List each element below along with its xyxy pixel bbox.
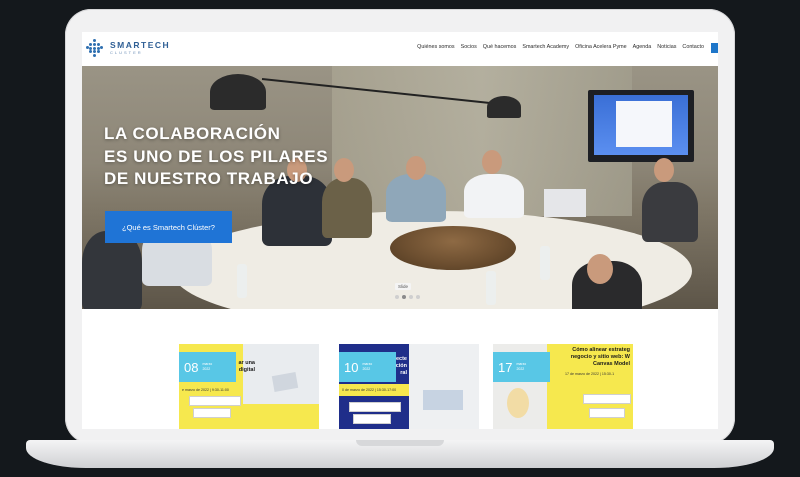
hero-photo-tv	[588, 90, 694, 162]
event-day: 17	[498, 359, 513, 375]
hero-photo-lamp	[210, 74, 266, 110]
event-title: Cómo alinear estrateg negocio y sitio we…	[570, 347, 630, 367]
event-title: ar una digital	[238, 360, 255, 373]
slider-dot[interactable]	[409, 295, 413, 299]
event-title: ecte ción ral	[395, 356, 407, 376]
slider-dot[interactable]	[395, 295, 399, 299]
browser-screen: SMARTECH CLUSTER Quiénes somos Socios Qu…	[82, 32, 718, 429]
nav-item-agenda[interactable]: Agenda	[633, 44, 652, 50]
hero-slider: LA COLABORACIÓN ES UNO DE LOS PILARES DE…	[82, 66, 718, 309]
sponsor-logo	[349, 402, 401, 412]
event-meta: e marzo de 2022 | 9:30-11:00	[182, 388, 229, 392]
event-date-badge: 17 marzo 2022	[493, 352, 550, 382]
sponsor-logo	[353, 414, 391, 424]
hero-photo-bottle	[486, 271, 496, 305]
site-header: SMARTECH CLUSTER Quiénes somos Socios Qu…	[82, 32, 718, 66]
sponsor-logo	[193, 408, 231, 418]
hero-title-line: LA COLABORACIÓN	[104, 124, 281, 143]
nav-action-button[interactable]	[711, 43, 718, 53]
sponsor-logo	[589, 408, 625, 418]
hero-photo-person	[464, 174, 524, 218]
laptop-notch	[356, 440, 444, 446]
nav-item-noticias[interactable]: Noticias	[657, 44, 676, 50]
nav-item-contacto[interactable]: Contacto	[682, 44, 704, 50]
site-logo[interactable]: SMARTECH CLUSTER	[86, 39, 170, 57]
slider-dot[interactable]	[416, 295, 420, 299]
sponsor-logo	[189, 396, 241, 406]
slider-dot[interactable]	[402, 295, 406, 299]
event-day: 08	[184, 359, 199, 375]
hero-photo-person	[406, 156, 426, 180]
laptop-base	[26, 440, 774, 468]
hero-photo-person	[334, 158, 354, 182]
hero-photo-bottle	[237, 264, 247, 298]
hero-photo-lamp	[487, 96, 521, 118]
hero-photo-bowl	[390, 226, 516, 270]
hero-photo-person	[587, 254, 613, 284]
event-card[interactable]: 08 marzo 2022 ar una digital e marzo de 2…	[179, 344, 319, 429]
agenda-cards: 08 marzo 2022 ar una digital e marzo de 2…	[82, 309, 718, 429]
event-year: 2022	[516, 367, 525, 371]
sponsor-logo	[583, 394, 631, 404]
dots-grid-icon	[86, 39, 104, 57]
hero-photo-bottle	[540, 246, 550, 280]
event-year: 2022	[362, 367, 371, 371]
hero-photo-person	[386, 174, 446, 222]
event-day: 10	[344, 359, 359, 375]
event-meta: 17 de marzo de 2022 | 15:30-1	[565, 372, 615, 376]
nav-item-que-hacemos[interactable]: Qué hacemos	[483, 44, 517, 50]
brand-name: SMARTECH	[110, 39, 171, 50]
event-year: 2022	[202, 367, 211, 371]
nav-item-smartech-academy[interactable]: Smartech Academy	[522, 44, 569, 50]
hero-title-line: ES UNO DE LOS PILARES	[104, 146, 329, 166]
hero-title: LA COLABORACIÓN ES UNO DE LOS PILARES DE…	[104, 123, 328, 191]
que-es-smartech-button[interactable]: ¿Qué es Smartech Clúster?	[105, 211, 232, 243]
hero-title-line: DE NUESTRO TRABAJO	[104, 169, 314, 188]
nav-item-oficina-acelera-pyme[interactable]: Oficina Acelera Pyme	[575, 44, 627, 50]
slider-pagination	[395, 295, 420, 299]
event-card[interactable]: 17 marzo 2022 Cómo alinear estrateg negoc…	[493, 344, 633, 429]
hero-photo-person	[322, 178, 372, 238]
nav-item-socios[interactable]: Socios	[461, 44, 477, 50]
event-date-badge: 08 marzo 2022	[179, 352, 236, 382]
event-card[interactable]: 10 marzo 2022 ecte ción ral 0 de marzo de…	[339, 344, 479, 429]
slide-tooltip: Slide	[395, 283, 412, 290]
nav-item-quienes-somos[interactable]: Quiénes somos	[417, 44, 454, 50]
hero-photo-person	[482, 150, 502, 174]
event-meta: 0 de marzo de 2022 | 15:30-17:00	[342, 388, 397, 392]
hero-photo-laptop	[544, 189, 586, 217]
hero-photo-person	[642, 182, 698, 242]
brand-subtitle: CLUSTER	[110, 50, 143, 56]
hero-photo-person	[654, 158, 674, 182]
main-nav: Quiénes somos Socios Qué hacemos Smartec…	[417, 44, 704, 50]
